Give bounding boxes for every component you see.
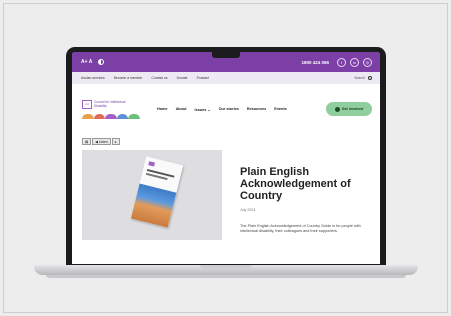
laptop-base-lip	[200, 265, 252, 269]
facebook-icon[interactable]: f	[337, 57, 346, 67]
nav-item-resources[interactable]: Resources	[247, 107, 266, 112]
article-title: Plain English Acknowledgement of Country	[240, 166, 351, 202]
logo-arc	[82, 114, 94, 119]
camera-notch	[212, 52, 240, 58]
listen-menu-icon[interactable]: ▤	[82, 138, 92, 145]
subnav-item-member[interactable]: Become a member	[114, 76, 143, 80]
speaker-icon: ◀	[95, 139, 98, 144]
article-body: The Plain English Acknowledgement of Cou…	[240, 224, 361, 233]
phone-number[interactable]: 1800 424 065	[301, 60, 329, 65]
nav-item-about[interactable]: About	[176, 107, 187, 112]
secondary-nav: Auslan services Become a member Contact …	[72, 72, 380, 84]
contrast-icon[interactable]	[98, 59, 105, 65]
nav-item-issues[interactable]: Issues ⌄	[195, 107, 211, 112]
logo-arc	[93, 114, 106, 119]
play-icon[interactable]: ▸	[111, 138, 120, 145]
subnav-item-donate[interactable]: Donate	[177, 76, 188, 80]
laptop-screen: A+ A 1800 424 065 f in ◎ Auslan services…	[72, 52, 380, 264]
logo-text[interactable]: Council for Intellectual Disability	[94, 100, 136, 108]
booklet-artwork	[130, 183, 177, 228]
listen-toolbar: ▤ ◀ Listen ▸	[82, 138, 120, 145]
laptop-base-shadow	[46, 275, 406, 278]
search-label: Search	[354, 76, 365, 80]
search-icon[interactable]	[368, 76, 372, 80]
linkedin-icon[interactable]: in	[350, 57, 359, 67]
font-size-controls[interactable]: A+ A	[81, 59, 92, 65]
listen-label: Listen	[98, 139, 108, 144]
nav-item-home[interactable]: Home	[157, 107, 168, 112]
logo-mark[interactable]: cid	[82, 100, 92, 109]
subnav-item-auslan[interactable]: Auslan services	[81, 76, 105, 80]
get-involved-label: Get involved	[341, 107, 364, 111]
search-control[interactable]: Search	[354, 72, 372, 84]
nav-item-events[interactable]: Events	[274, 107, 286, 112]
logo-arc	[116, 114, 129, 119]
guide-booklet-image	[130, 156, 184, 228]
get-involved-button[interactable]: Get involved	[326, 102, 372, 116]
main-nav: Home About Issues ⌄ Our stories Resource…	[157, 107, 287, 112]
logo-arcs	[82, 114, 140, 119]
article-image	[82, 150, 222, 240]
subnav-item-podcast[interactable]: Podcast	[197, 76, 209, 80]
logo-arc	[128, 114, 140, 119]
nav-item-our-stories[interactable]: Our stories	[219, 107, 239, 112]
hand-icon	[334, 106, 340, 112]
article-date: July 2024	[240, 208, 256, 212]
subnav-item-contact[interactable]: Contact us	[151, 76, 167, 80]
logo-arc	[105, 114, 117, 119]
listen-button[interactable]: ◀ Listen	[92, 138, 111, 145]
instagram-icon[interactable]: ◎	[363, 57, 372, 67]
